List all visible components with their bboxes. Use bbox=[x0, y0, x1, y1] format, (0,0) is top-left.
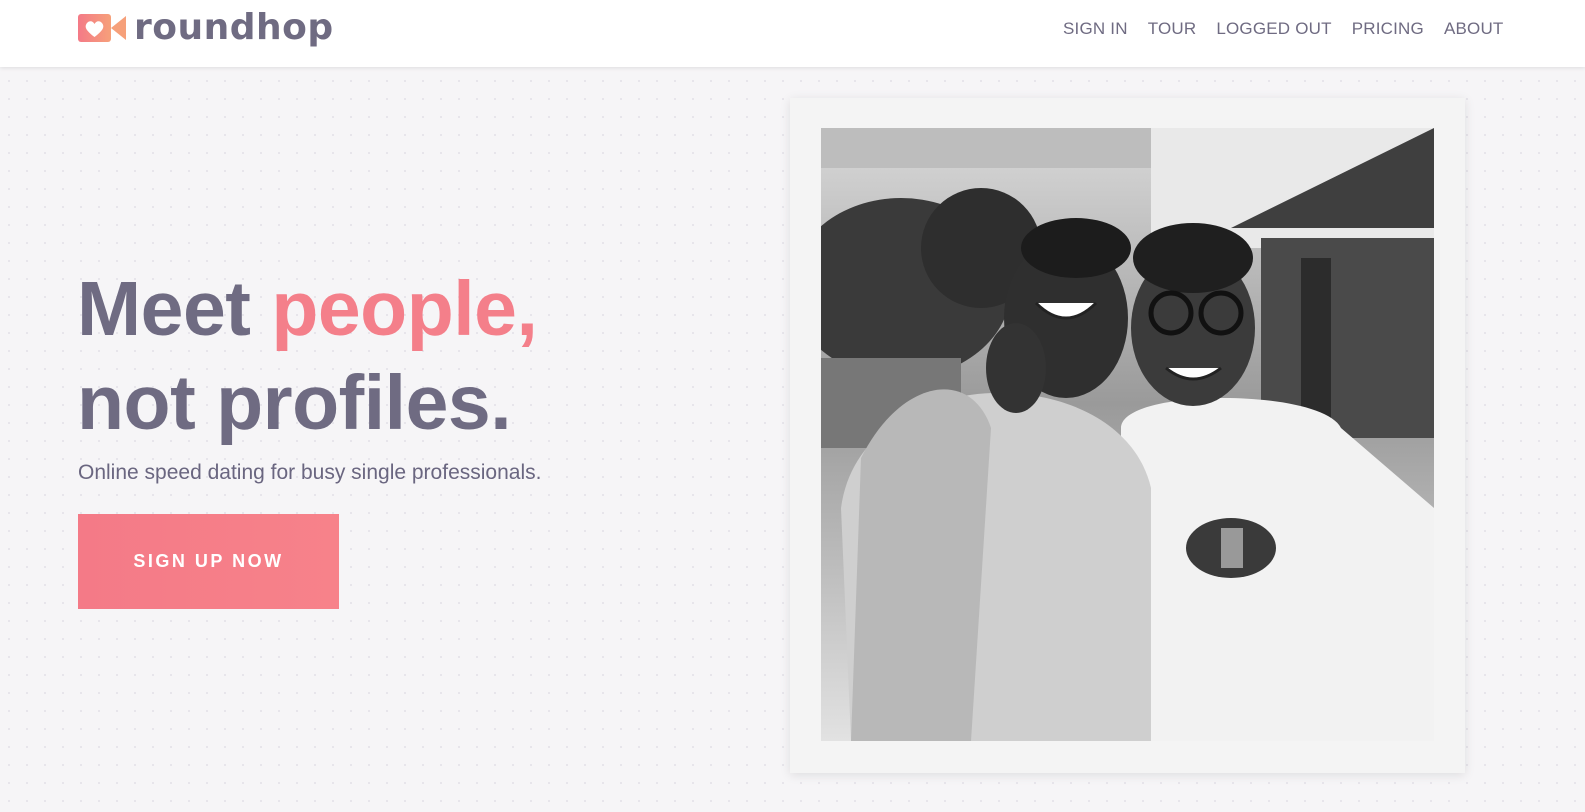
hero-subtitle: Online speed dating for busy single prof… bbox=[78, 461, 542, 484]
hero-headline: Meet people, not profiles. bbox=[77, 262, 538, 450]
brand-logo[interactable]: roundhop bbox=[78, 8, 334, 48]
heart-camera-icon bbox=[78, 14, 126, 42]
headline-line-2: not profiles. bbox=[77, 360, 512, 446]
couple-photo bbox=[821, 128, 1434, 741]
headline-part-1: Meet bbox=[77, 266, 272, 352]
nav-logged-out[interactable]: LOGGED OUT bbox=[1216, 19, 1331, 39]
hero-photo-frame bbox=[790, 98, 1465, 773]
nav-about[interactable]: ABOUT bbox=[1444, 19, 1504, 39]
nav-tour[interactable]: TOUR bbox=[1148, 19, 1197, 39]
couple-photo-illustration bbox=[821, 128, 1434, 741]
top-navbar: roundhop SIGN IN TOUR LOGGED OUT PRICING… bbox=[0, 0, 1585, 67]
nav-sign-in[interactable]: SIGN IN bbox=[1063, 19, 1128, 39]
headline-accent: people, bbox=[271, 266, 538, 352]
nav-pricing[interactable]: PRICING bbox=[1352, 19, 1424, 39]
sign-up-button[interactable]: SIGN UP NOW bbox=[78, 514, 339, 609]
brand-name: roundhop bbox=[134, 7, 334, 48]
main-nav: SIGN IN TOUR LOGGED OUT PRICING ABOUT bbox=[1063, 19, 1504, 39]
